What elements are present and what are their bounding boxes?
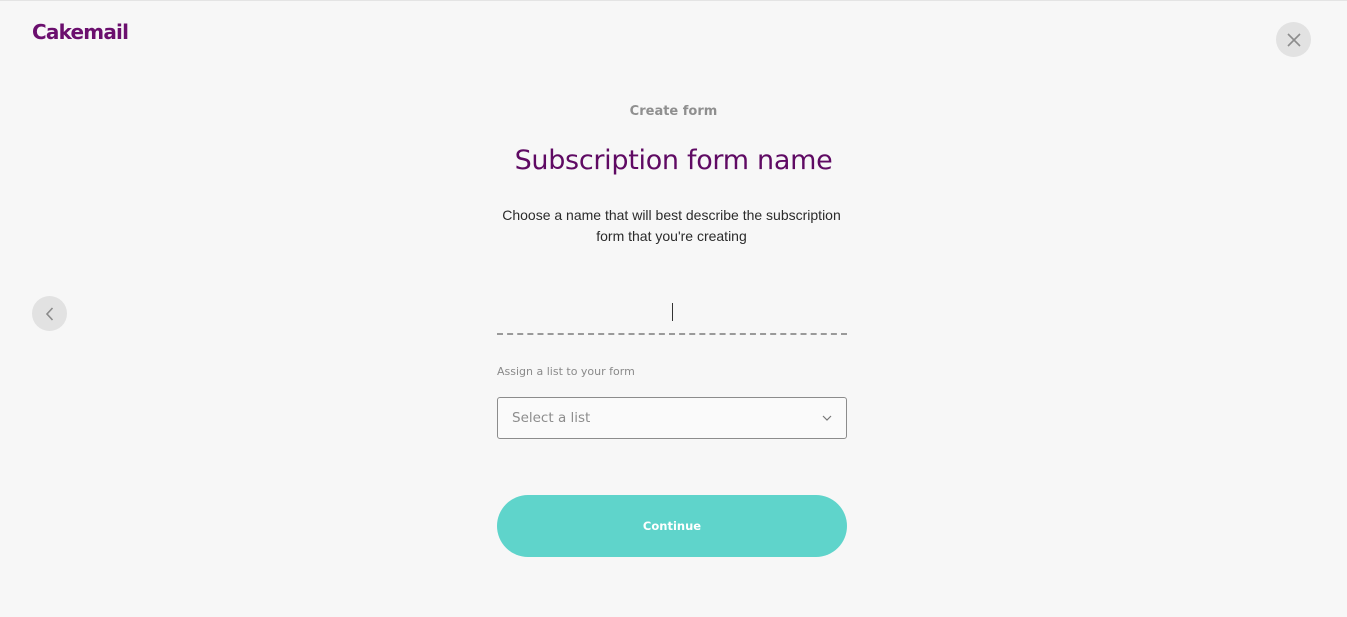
- chevron-down-icon: [822, 415, 832, 421]
- list-select-value: Select a list: [512, 410, 591, 426]
- list-select[interactable]: Select a list: [497, 397, 847, 439]
- continue-button[interactable]: Continue: [497, 495, 847, 557]
- continue-button-label: Continue: [642, 519, 702, 533]
- assign-list-label: Assign a list to your form: [497, 365, 635, 378]
- text-caret: [672, 303, 673, 321]
- step-label: Create form: [629, 104, 718, 119]
- form-description: Choose a name that will best describe th…: [502, 207, 841, 244]
- back-button[interactable]: [32, 296, 67, 331]
- page-title: Subscription form name: [514, 145, 833, 176]
- cakemail-logo: Cakemail: [32, 20, 129, 44]
- close-icon: [1286, 32, 1301, 47]
- close-button[interactable]: [1276, 22, 1311, 57]
- chevron-left-icon: [45, 306, 55, 321]
